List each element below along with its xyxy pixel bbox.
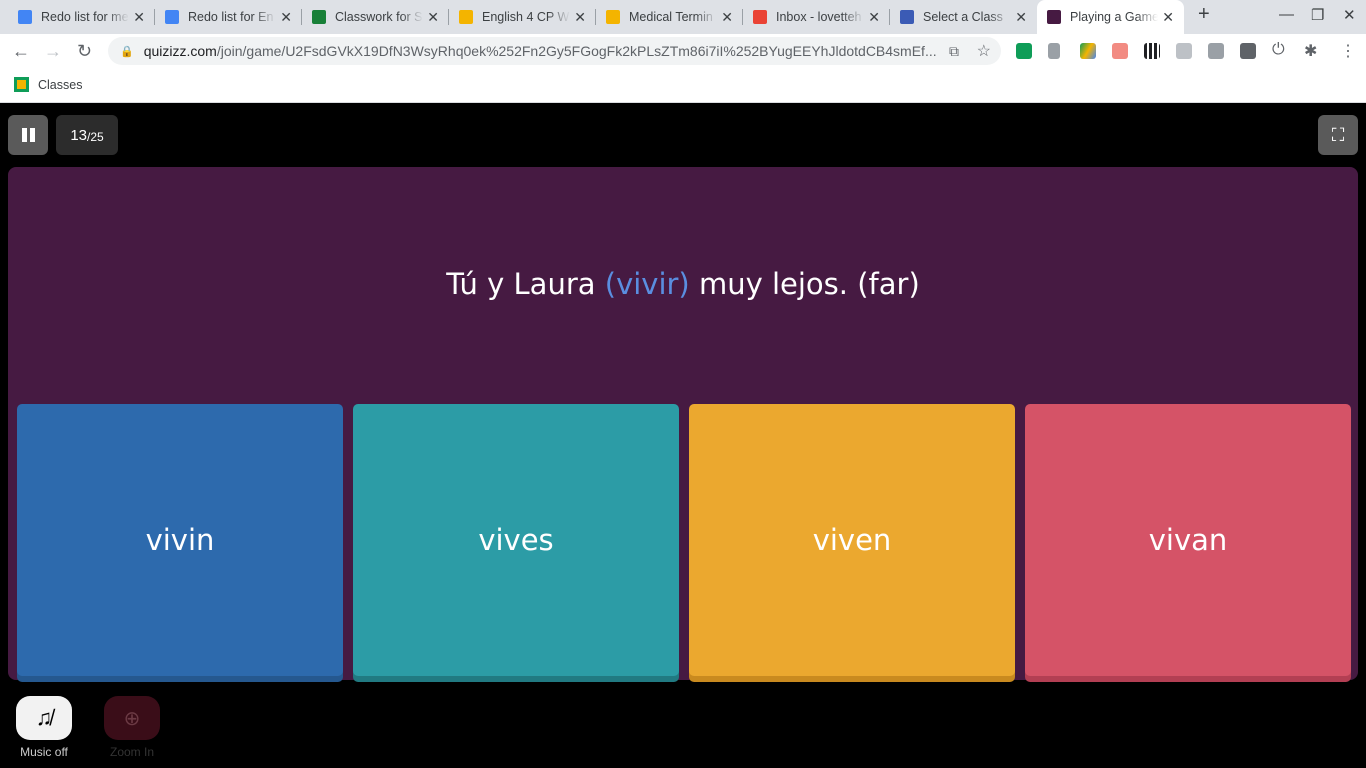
close-tab-icon[interactable]: ✕ — [868, 9, 880, 26]
docs-icon — [18, 10, 32, 24]
tab[interactable]: Inbox - lovetteh ✕ — [743, 0, 890, 34]
close-tab-icon[interactable]: ✕ — [280, 9, 292, 26]
answer-option-1[interactable]: vivin — [17, 404, 343, 676]
bookmark-classes[interactable]: Classes — [14, 77, 82, 92]
zoom-in-button[interactable]: ⊕ — [104, 696, 160, 740]
bookmark-label: Classes — [38, 77, 83, 92]
copy-extension-icon[interactable] — [1208, 43, 1224, 59]
fullscreen-button[interactable]: ⛶ — [1318, 115, 1358, 155]
docs-icon — [165, 10, 179, 24]
question-card: Tú y Laura (vivir) muy lejos. (far) vivi… — [8, 167, 1358, 680]
answer-option-3[interactable]: viven — [689, 404, 1015, 676]
music-toggle-button[interactable]: ♫̸ — [16, 696, 72, 740]
forward-button[interactable]: → — [44, 41, 62, 62]
classroom-icon — [14, 77, 29, 92]
tab[interactable]: Playing a Game ✕ — [1037, 0, 1184, 34]
reload-button[interactable]: ↻ — [77, 41, 92, 62]
tab[interactable]: English 4 CP W ✕ — [449, 0, 596, 34]
fullscreen-icon: ⛶ — [1331, 124, 1345, 145]
bookmarks-bar: Classes — [0, 68, 1366, 103]
minimize-button[interactable]: — — [1279, 6, 1294, 23]
grid-extension-icon[interactable] — [1144, 43, 1160, 59]
tab[interactable]: Redo list for En ✕ — [155, 0, 302, 34]
new-tab-button[interactable]: + — [1198, 3, 1210, 26]
tab[interactable]: Select a Class ✕ — [890, 0, 1037, 34]
close-tab-icon[interactable]: ✕ — [133, 9, 145, 26]
pause-icon — [21, 128, 35, 142]
question-text: Tú y Laura (vivir) muy lejos. (far) — [446, 267, 920, 301]
drive-extension-icon[interactable] — [1080, 43, 1096, 59]
url-path: /join/game/U2FsdGVkX19DfN3WsyRhq0ek%252F… — [216, 43, 937, 59]
music-off-icon: ♫̸ — [35, 705, 53, 730]
extension-icon[interactable] — [1048, 43, 1060, 59]
total-questions: /25 — [87, 129, 104, 144]
answer-option-4[interactable]: vivan — [1025, 404, 1351, 676]
app-icon — [900, 10, 914, 24]
tab-title: Redo list for me — [41, 10, 129, 24]
bookmark-star-icon[interactable]: ☆ — [977, 41, 991, 61]
open-external-icon[interactable]: ⧉ — [949, 43, 959, 60]
question-counter: 13/25 — [56, 115, 118, 155]
quizizz-icon — [1047, 10, 1061, 24]
close-tab-icon[interactable]: ✕ — [1162, 9, 1174, 26]
answer-option-2[interactable]: vives — [353, 404, 679, 676]
pause-button[interactable] — [8, 115, 48, 155]
classroom-extension-icon[interactable] — [1016, 43, 1032, 59]
url-domain: quizizz.com — [143, 43, 217, 59]
extensions-puzzle-icon[interactable]: ✱ — [1304, 41, 1320, 60]
tab-title: Redo list for En — [188, 10, 274, 24]
tab[interactable]: Redo list for me ✕ — [8, 0, 155, 34]
toolbar: ← → ↻ 🔒 quizizz.com /join/game/U2FsdGVkX… — [0, 34, 1366, 68]
question-highlight: (vivir) — [604, 267, 690, 301]
answer-text: vives — [478, 523, 554, 557]
answer-text: vivin — [145, 523, 215, 557]
tab-title: Select a Class — [923, 10, 1003, 24]
pear-deck-icon[interactable] — [1240, 43, 1256, 59]
close-tab-icon[interactable]: ✕ — [1015, 9, 1027, 26]
address-bar[interactable]: 🔒 quizizz.com /join/game/U2FsdGVkX19DfN3… — [108, 37, 1001, 65]
tab-title: Medical Termin — [629, 10, 713, 24]
power-extension-icon[interactable]: ⏻ — [1272, 41, 1288, 58]
zoom-label: Zoom In — [109, 745, 154, 759]
menu-icon[interactable]: ⋮ — [1340, 41, 1356, 60]
screencastify-icon[interactable] — [1112, 43, 1128, 59]
classroom-icon — [312, 10, 326, 24]
close-tab-icon[interactable]: ✕ — [574, 9, 586, 26]
close-tab-icon[interactable]: ✕ — [427, 9, 439, 26]
current-question: 13 — [70, 126, 87, 144]
restore-button[interactable]: ❐ — [1311, 6, 1324, 24]
tab-title: Classwork for S — [335, 10, 423, 24]
answer-text: viven — [812, 523, 892, 557]
music-label: Music off — [20, 745, 68, 759]
close-window-button[interactable]: ✕ — [1343, 6, 1356, 24]
slides-icon — [459, 10, 473, 24]
gmail-icon — [753, 10, 767, 24]
zoom-in-icon: ⊕ — [123, 707, 141, 730]
search-extension-icon[interactable] — [1176, 43, 1192, 59]
tab[interactable]: Medical Termin ✕ — [596, 0, 743, 34]
tab-title: Inbox - lovetteh — [776, 10, 862, 24]
tab[interactable]: Classwork for S ✕ — [302, 0, 449, 34]
tab-title: Playing a Game — [1070, 10, 1159, 24]
answer-text: vivan — [1148, 523, 1228, 557]
close-tab-icon[interactable]: ✕ — [721, 9, 733, 26]
tab-bar: — ❐ ✕ + Redo list for me ✕ Redo list for E… — [0, 0, 1366, 34]
tab-title: English 4 CP W — [482, 10, 570, 24]
slides-icon — [606, 10, 620, 24]
lock-icon: 🔒 — [120, 45, 134, 58]
back-button[interactable]: ← — [12, 41, 30, 62]
